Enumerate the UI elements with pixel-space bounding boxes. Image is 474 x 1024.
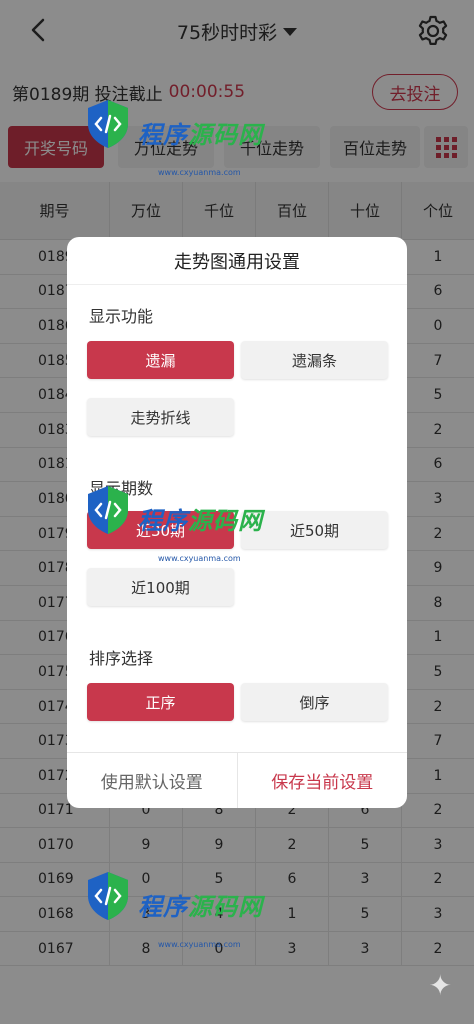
section-sort-label: 排序选择: [89, 649, 154, 668]
use-default-button[interactable]: 使用默认设置: [67, 753, 238, 808]
dialog-footer: 使用默认设置 保存当前设置: [67, 752, 407, 808]
section-display-label: 显示功能: [89, 307, 154, 326]
option-trend-line[interactable]: 走势折线: [87, 398, 234, 436]
option-last-30[interactable]: 近30期: [87, 511, 234, 549]
option-missing-bar[interactable]: 遗漏条: [241, 341, 388, 379]
save-settings-button[interactable]: 保存当前设置: [238, 753, 408, 808]
dialog-title: 走势图通用设置: [67, 237, 407, 285]
section-periods-label: 显示期数: [89, 479, 154, 498]
sparkle-icon[interactable]: ✦: [429, 969, 452, 1002]
option-ascending[interactable]: 正序: [87, 683, 234, 721]
option-missing[interactable]: 遗漏: [87, 341, 234, 379]
option-last-50[interactable]: 近50期: [241, 511, 388, 549]
option-last-100[interactable]: 近100期: [87, 568, 234, 606]
option-descending[interactable]: 倒序: [241, 683, 388, 721]
trend-settings-dialog: 走势图通用设置 显示功能 遗漏 遗漏条 走势折线 显示期数 近30期 近50期 …: [67, 237, 407, 808]
